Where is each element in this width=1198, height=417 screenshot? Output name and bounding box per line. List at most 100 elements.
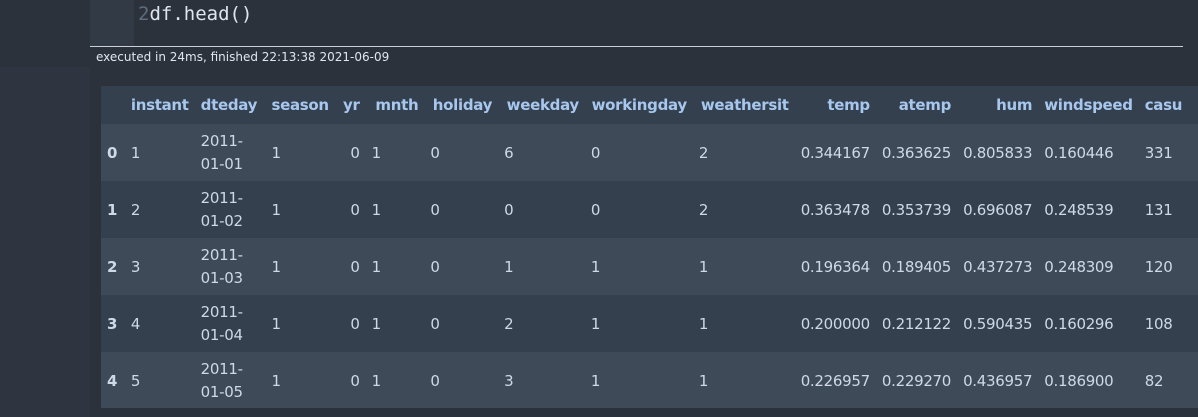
date-year: 2011- bbox=[200, 359, 243, 378]
date-year: 2011- bbox=[200, 245, 243, 264]
column-header: workingday bbox=[584, 86, 693, 124]
cell-casual: 331 bbox=[1144, 143, 1173, 162]
cell-yr: 0 bbox=[350, 314, 360, 333]
column-header: instant bbox=[124, 86, 195, 124]
cell-season: 1 bbox=[271, 314, 281, 333]
cell-weathersit: 1 bbox=[698, 257, 709, 276]
cell-yr: 0 bbox=[350, 371, 360, 390]
column-header: season bbox=[265, 86, 335, 124]
cell-windspeed: 0.248309 bbox=[1044, 257, 1114, 276]
cell-temp: 0.226957 bbox=[800, 371, 870, 390]
cell-instant: 4 bbox=[130, 314, 141, 333]
table-row: 2 3 2011- 01-03 1 0 1 0 1 1 1 0.196364 0.… bbox=[101, 238, 1198, 295]
cell-dteday: 2011- 01-02 bbox=[195, 181, 266, 238]
cell-casual: 131 bbox=[1144, 200, 1173, 219]
cell-mnth: 1 bbox=[371, 143, 382, 162]
cell-instant: 5 bbox=[130, 371, 141, 390]
column-header: weekday bbox=[498, 86, 585, 124]
cell-mnth: 1 bbox=[371, 314, 382, 333]
index-header bbox=[101, 86, 125, 124]
cell-atemp: 0.353739 bbox=[881, 200, 952, 219]
date-year: 2011- bbox=[200, 302, 243, 321]
cell-mnth: 1 bbox=[371, 257, 382, 276]
dataframe-table: instant dteday season yr mnth holiday we… bbox=[101, 86, 1198, 408]
cell-weathersit: 1 bbox=[698, 371, 709, 390]
cell-weekday: 3 bbox=[504, 371, 514, 390]
date-month-day: 01-04 bbox=[200, 325, 243, 344]
cell-holiday: 0 bbox=[430, 200, 440, 219]
cell-casual: 82 bbox=[1144, 371, 1164, 390]
cell-weathersit: 2 bbox=[698, 200, 709, 219]
column-header: holiday bbox=[424, 86, 499, 124]
cell-casual: 120 bbox=[1144, 257, 1173, 276]
dataframe-output: instant dteday season yr mnth holiday we… bbox=[101, 86, 1198, 408]
cell-workingday: 1 bbox=[590, 257, 601, 276]
cell-weekday: 1 bbox=[504, 257, 514, 276]
cell-windspeed: 0.160296 bbox=[1044, 314, 1114, 333]
cell-workingday: 1 bbox=[590, 314, 601, 333]
table-row: 3 4 2011- 01-04 1 0 1 0 2 1 1 0.200000 0.… bbox=[101, 295, 1198, 352]
cell-dteday: 2011- 01-01 bbox=[195, 124, 266, 181]
cell-windspeed: 0.248539 bbox=[1044, 200, 1114, 219]
cell-workingday: 0 bbox=[590, 143, 601, 162]
cell-weathersit: 1 bbox=[698, 314, 709, 333]
cell-instant: 2 bbox=[130, 200, 141, 219]
cell-season: 1 bbox=[271, 200, 281, 219]
input-divider bbox=[90, 46, 1183, 47]
cell-weekday: 2 bbox=[504, 314, 514, 333]
cell-weekday: 6 bbox=[504, 143, 514, 162]
column-header: hum bbox=[957, 86, 1039, 124]
cell-season: 1 bbox=[271, 257, 281, 276]
cell-atemp: 0.229270 bbox=[881, 371, 952, 390]
cell-temp: 0.344167 bbox=[800, 143, 870, 162]
date-month-day: 01-03 bbox=[200, 268, 243, 287]
column-header: temp bbox=[794, 86, 876, 124]
line-gutter bbox=[90, 0, 134, 46]
column-header: weathersit bbox=[692, 86, 795, 124]
cell-hum: 0.590435 bbox=[963, 314, 1033, 333]
date-year: 2011- bbox=[200, 131, 243, 150]
cell-season: 1 bbox=[271, 143, 281, 162]
code-line[interactable]: 2df.head() bbox=[138, 2, 252, 26]
column-header: mnth bbox=[365, 86, 425, 124]
cell-holiday: 0 bbox=[430, 257, 440, 276]
cell-dteday: 2011- 01-04 bbox=[195, 295, 266, 352]
cell-temp: 0.363478 bbox=[800, 200, 870, 219]
cell-dteday: 2011- 01-05 bbox=[195, 352, 266, 408]
cell-mnth: 1 bbox=[371, 200, 382, 219]
line-number: 2 bbox=[138, 3, 150, 25]
date-month-day: 01-05 bbox=[200, 382, 243, 401]
cell-yr: 0 bbox=[350, 143, 360, 162]
cell-workingday: 0 bbox=[590, 200, 601, 219]
code-cell-input[interactable]: 2df.head() bbox=[90, 0, 1183, 46]
cell-season: 1 bbox=[271, 371, 281, 390]
table-row: 1 2 2011- 01-02 1 0 1 0 0 0 2 0.363478 0.… bbox=[101, 181, 1198, 238]
cell-holiday: 0 bbox=[430, 371, 440, 390]
date-month-day: 01-02 bbox=[200, 211, 243, 230]
column-header: atemp bbox=[875, 86, 958, 124]
code-text[interactable]: df.head() bbox=[149, 3, 252, 25]
execution-info: executed in 24ms, finished 22:13:38 2021… bbox=[96, 50, 390, 64]
cell-instant: 3 bbox=[130, 257, 141, 276]
cell-holiday: 0 bbox=[430, 314, 440, 333]
cell-workingday: 1 bbox=[590, 371, 601, 390]
column-header: yr bbox=[334, 86, 366, 124]
cell-windspeed: 0.186900 bbox=[1044, 371, 1114, 390]
row-index: 3 bbox=[107, 314, 118, 333]
column-header: dteday bbox=[194, 86, 266, 124]
cell-dteday: 2011- 01-03 bbox=[195, 238, 266, 295]
cell-atemp: 0.212122 bbox=[881, 314, 952, 333]
table-row: 4 5 2011- 01-05 1 0 1 0 3 1 1 0.226957 0.… bbox=[101, 352, 1198, 408]
cell-windspeed: 0.160446 bbox=[1044, 143, 1114, 162]
cell-atemp: 0.189405 bbox=[881, 257, 952, 276]
column-header: casu bbox=[1138, 86, 1198, 124]
cell-holiday: 0 bbox=[430, 143, 440, 162]
cell-weathersit: 2 bbox=[698, 143, 709, 162]
cell-temp: 0.200000 bbox=[800, 314, 870, 333]
output-prompt-area bbox=[0, 67, 90, 417]
cell-casual: 108 bbox=[1144, 314, 1173, 333]
row-index: 0 bbox=[107, 143, 118, 162]
row-index: 1 bbox=[107, 200, 118, 219]
cell-hum: 0.437273 bbox=[963, 257, 1033, 276]
date-month-day: 01-01 bbox=[200, 154, 243, 173]
